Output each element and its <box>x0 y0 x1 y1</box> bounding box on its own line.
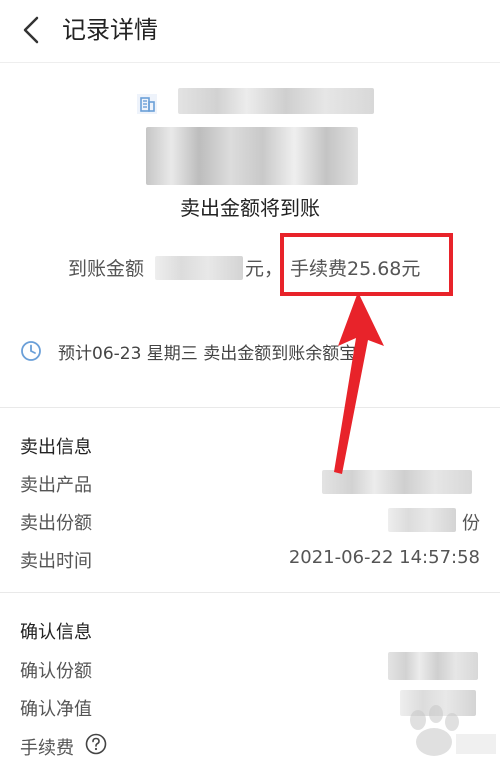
amount-label: 到账金额 <box>68 258 145 280</box>
row-label-confirm-nav: 确认净值 <box>20 699 92 720</box>
confirm-info-title: 确认信息 <box>20 622 92 643</box>
expected-arrival-text: 预计06-23 星期三 卖出金额到账余额宝 <box>58 344 357 364</box>
row-label-sell-time: 卖出时间 <box>20 551 92 572</box>
question-circle-icon[interactable] <box>85 733 107 755</box>
page-title: 记录详情 <box>62 16 158 44</box>
building-icon <box>137 94 157 114</box>
fee-highlight-box <box>280 233 453 296</box>
row-label-sell-shares: 卖出份额 <box>20 513 92 534</box>
row-value-sell-shares: 份 <box>462 513 480 534</box>
divider <box>0 407 500 408</box>
sell-amount-blurred <box>146 127 358 185</box>
row-label-fee: 手续费 <box>20 738 74 759</box>
amount-value-blurred <box>155 256 243 280</box>
nav-bar: 记录详情 <box>0 0 500 63</box>
annotation-arrow-icon <box>334 292 384 474</box>
product-name-blurred <box>178 88 374 114</box>
clock-icon <box>21 341 41 361</box>
watermark-logo-icon <box>410 705 496 756</box>
divider <box>0 592 500 593</box>
row-value-sell-time: 2021-06-22 14:57:58 <box>288 547 480 568</box>
sell-shares-value-blurred <box>388 508 456 532</box>
sell-info-title: 卖出信息 <box>20 437 92 458</box>
confirm-shares-value-blurred <box>388 652 478 680</box>
back-chevron-icon[interactable] <box>22 16 40 44</box>
row-label-confirm-shares: 确认份额 <box>20 661 92 682</box>
row-label-sell-product: 卖出产品 <box>20 475 92 496</box>
amount-unit: 元， <box>245 258 284 280</box>
status-text: 卖出金额将到账 <box>180 196 320 220</box>
